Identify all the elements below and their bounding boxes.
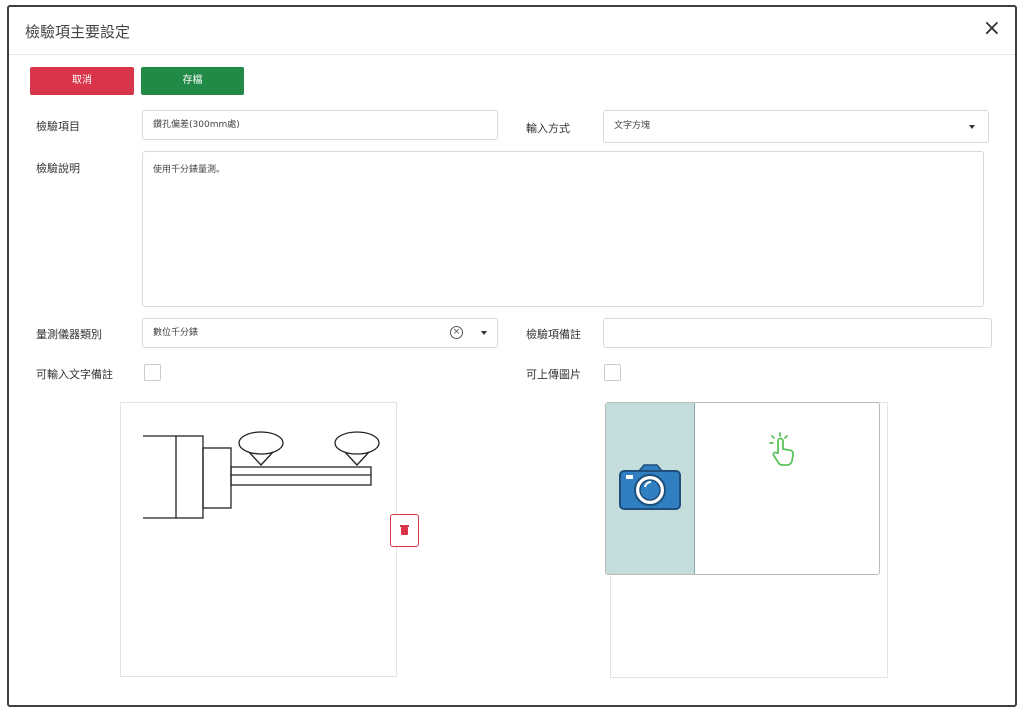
- instrument-select[interactable]: 數位千分錶 ×: [142, 318, 498, 348]
- dialog-title: 檢驗項主要設定: [25, 23, 131, 41]
- upload-image-checkbox[interactable]: [604, 364, 621, 381]
- text-remark-label: 可輸入文字備註: [36, 368, 113, 381]
- camera-zone[interactable]: [606, 403, 695, 574]
- instrument-label: 量測儀器類別: [36, 328, 102, 341]
- reference-image-panel: [120, 402, 397, 677]
- chevron-down-icon: [969, 125, 975, 129]
- drilling-diagram-image: [143, 431, 380, 519]
- item-input[interactable]: 鑽孔偏差(300mm處): [142, 110, 498, 140]
- remark-input[interactable]: [603, 318, 992, 348]
- input-mode-select[interactable]: 文字方塊: [603, 110, 989, 143]
- description-value: 使用千分錶量測。: [153, 165, 226, 175]
- clear-icon[interactable]: ×: [450, 326, 463, 339]
- image-upload-dropzone[interactable]: [605, 402, 880, 575]
- input-mode-value: 文字方塊: [614, 121, 651, 131]
- trash-icon: [400, 525, 409, 535]
- item-label: 檢驗項目: [36, 120, 80, 133]
- chevron-down-icon: [481, 331, 487, 335]
- cancel-button[interactable]: 取消: [30, 67, 134, 95]
- description-textarea[interactable]: 使用千分錶量測。: [142, 151, 984, 307]
- camera-icon: [619, 464, 681, 510]
- input-mode-label: 輸入方式: [526, 122, 570, 135]
- close-icon[interactable]: ×: [983, 17, 1001, 41]
- instrument-value: 數位千分錶: [153, 328, 199, 338]
- delete-image-button[interactable]: [390, 514, 419, 547]
- dialog-header: 檢驗項主要設定 ×: [9, 7, 1015, 55]
- remark-label: 檢驗項備註: [526, 328, 581, 341]
- save-button[interactable]: 存檔: [141, 67, 244, 95]
- tap-hand-icon: [769, 432, 794, 466]
- item-input-value: 鑽孔偏差(300mm處): [153, 120, 240, 130]
- text-remark-checkbox[interactable]: [144, 364, 161, 381]
- description-label: 檢驗說明: [36, 162, 80, 175]
- upload-image-label: 可上傳圖片: [526, 368, 581, 381]
